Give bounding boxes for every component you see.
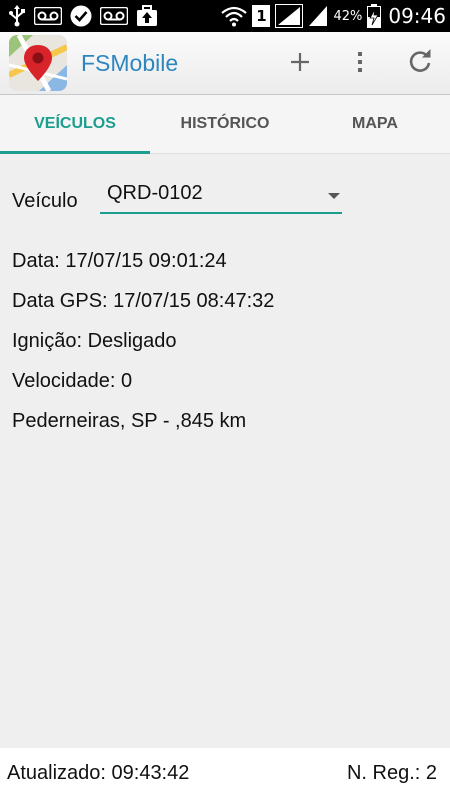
wifi-icon	[221, 6, 248, 27]
speed-line: Velocidade: 0	[12, 370, 133, 392]
sim-slot-number: 1	[256, 6, 267, 25]
vehicle-details-panel: Veículo QRD-0102 Data: 17/07/15 09:01:24…	[0, 154, 450, 748]
data-gps-line: Data GPS: 17/07/15 08:47:32	[12, 290, 275, 312]
ignition-line: Ignição: Desligado	[12, 330, 177, 352]
add-button[interactable]	[280, 42, 320, 82]
tab-veiculos[interactable]: VEÍCULOS	[0, 95, 150, 154]
app-logo-icon[interactable]	[9, 35, 67, 91]
record-count-text: N. Reg.: 2	[346, 762, 437, 784]
usb-icon	[9, 5, 25, 27]
app-action-bar: FSMobile	[0, 32, 450, 95]
overflow-menu-icon	[358, 52, 362, 72]
tab-mapa[interactable]: MAPA	[300, 95, 450, 153]
tab-mapa-label: MAPA	[352, 115, 398, 132]
dropdown-arrow-icon	[328, 193, 340, 199]
battery-charging-icon	[367, 4, 382, 28]
status-bar: 1 42% 09:46	[0, 0, 450, 32]
location-line: Pederneiras, SP - ,845 km	[12, 410, 247, 432]
tab-historico-label: HISTÓRICO	[180, 115, 270, 132]
voicemail-icon	[100, 7, 128, 25]
last-updated-text: Atualizado: 09:43:42	[7, 762, 190, 784]
status-time: 09:46	[388, 4, 446, 28]
vehicle-dropdown[interactable]: QRD-0102	[100, 178, 342, 214]
overflow-menu-button[interactable]	[340, 42, 380, 82]
refresh-icon	[409, 49, 431, 72]
voicemail-icon	[34, 7, 62, 25]
tab-veiculos-label: VEÍCULOS	[34, 115, 116, 132]
status-footer: Atualizado: 09:43:42 N. Reg.: 2	[0, 748, 450, 800]
status-bar-system: 1 42% 09:46	[221, 2, 446, 30]
signal-icon	[275, 4, 304, 28]
add-icon	[291, 53, 309, 71]
data-line: Data: 17/07/15 09:01:24	[12, 250, 227, 272]
sim-1-icon: 1	[252, 5, 271, 27]
app-title: FSMobile	[81, 50, 179, 76]
status-bar-notifications	[8, 4, 158, 28]
signal-icon	[309, 6, 328, 26]
tab-bar: VEÍCULOS HISTÓRICO MAPA	[0, 95, 450, 154]
vehicle-selected-value: QRD-0102	[107, 182, 203, 204]
battery-percent: 42%	[333, 8, 363, 24]
tab-historico[interactable]: HISTÓRICO	[150, 95, 300, 153]
refresh-button[interactable]	[400, 42, 440, 82]
briefcase-upload-icon	[137, 5, 157, 26]
check-circle-icon	[70, 5, 92, 27]
vehicle-label: Veículo	[12, 190, 78, 212]
